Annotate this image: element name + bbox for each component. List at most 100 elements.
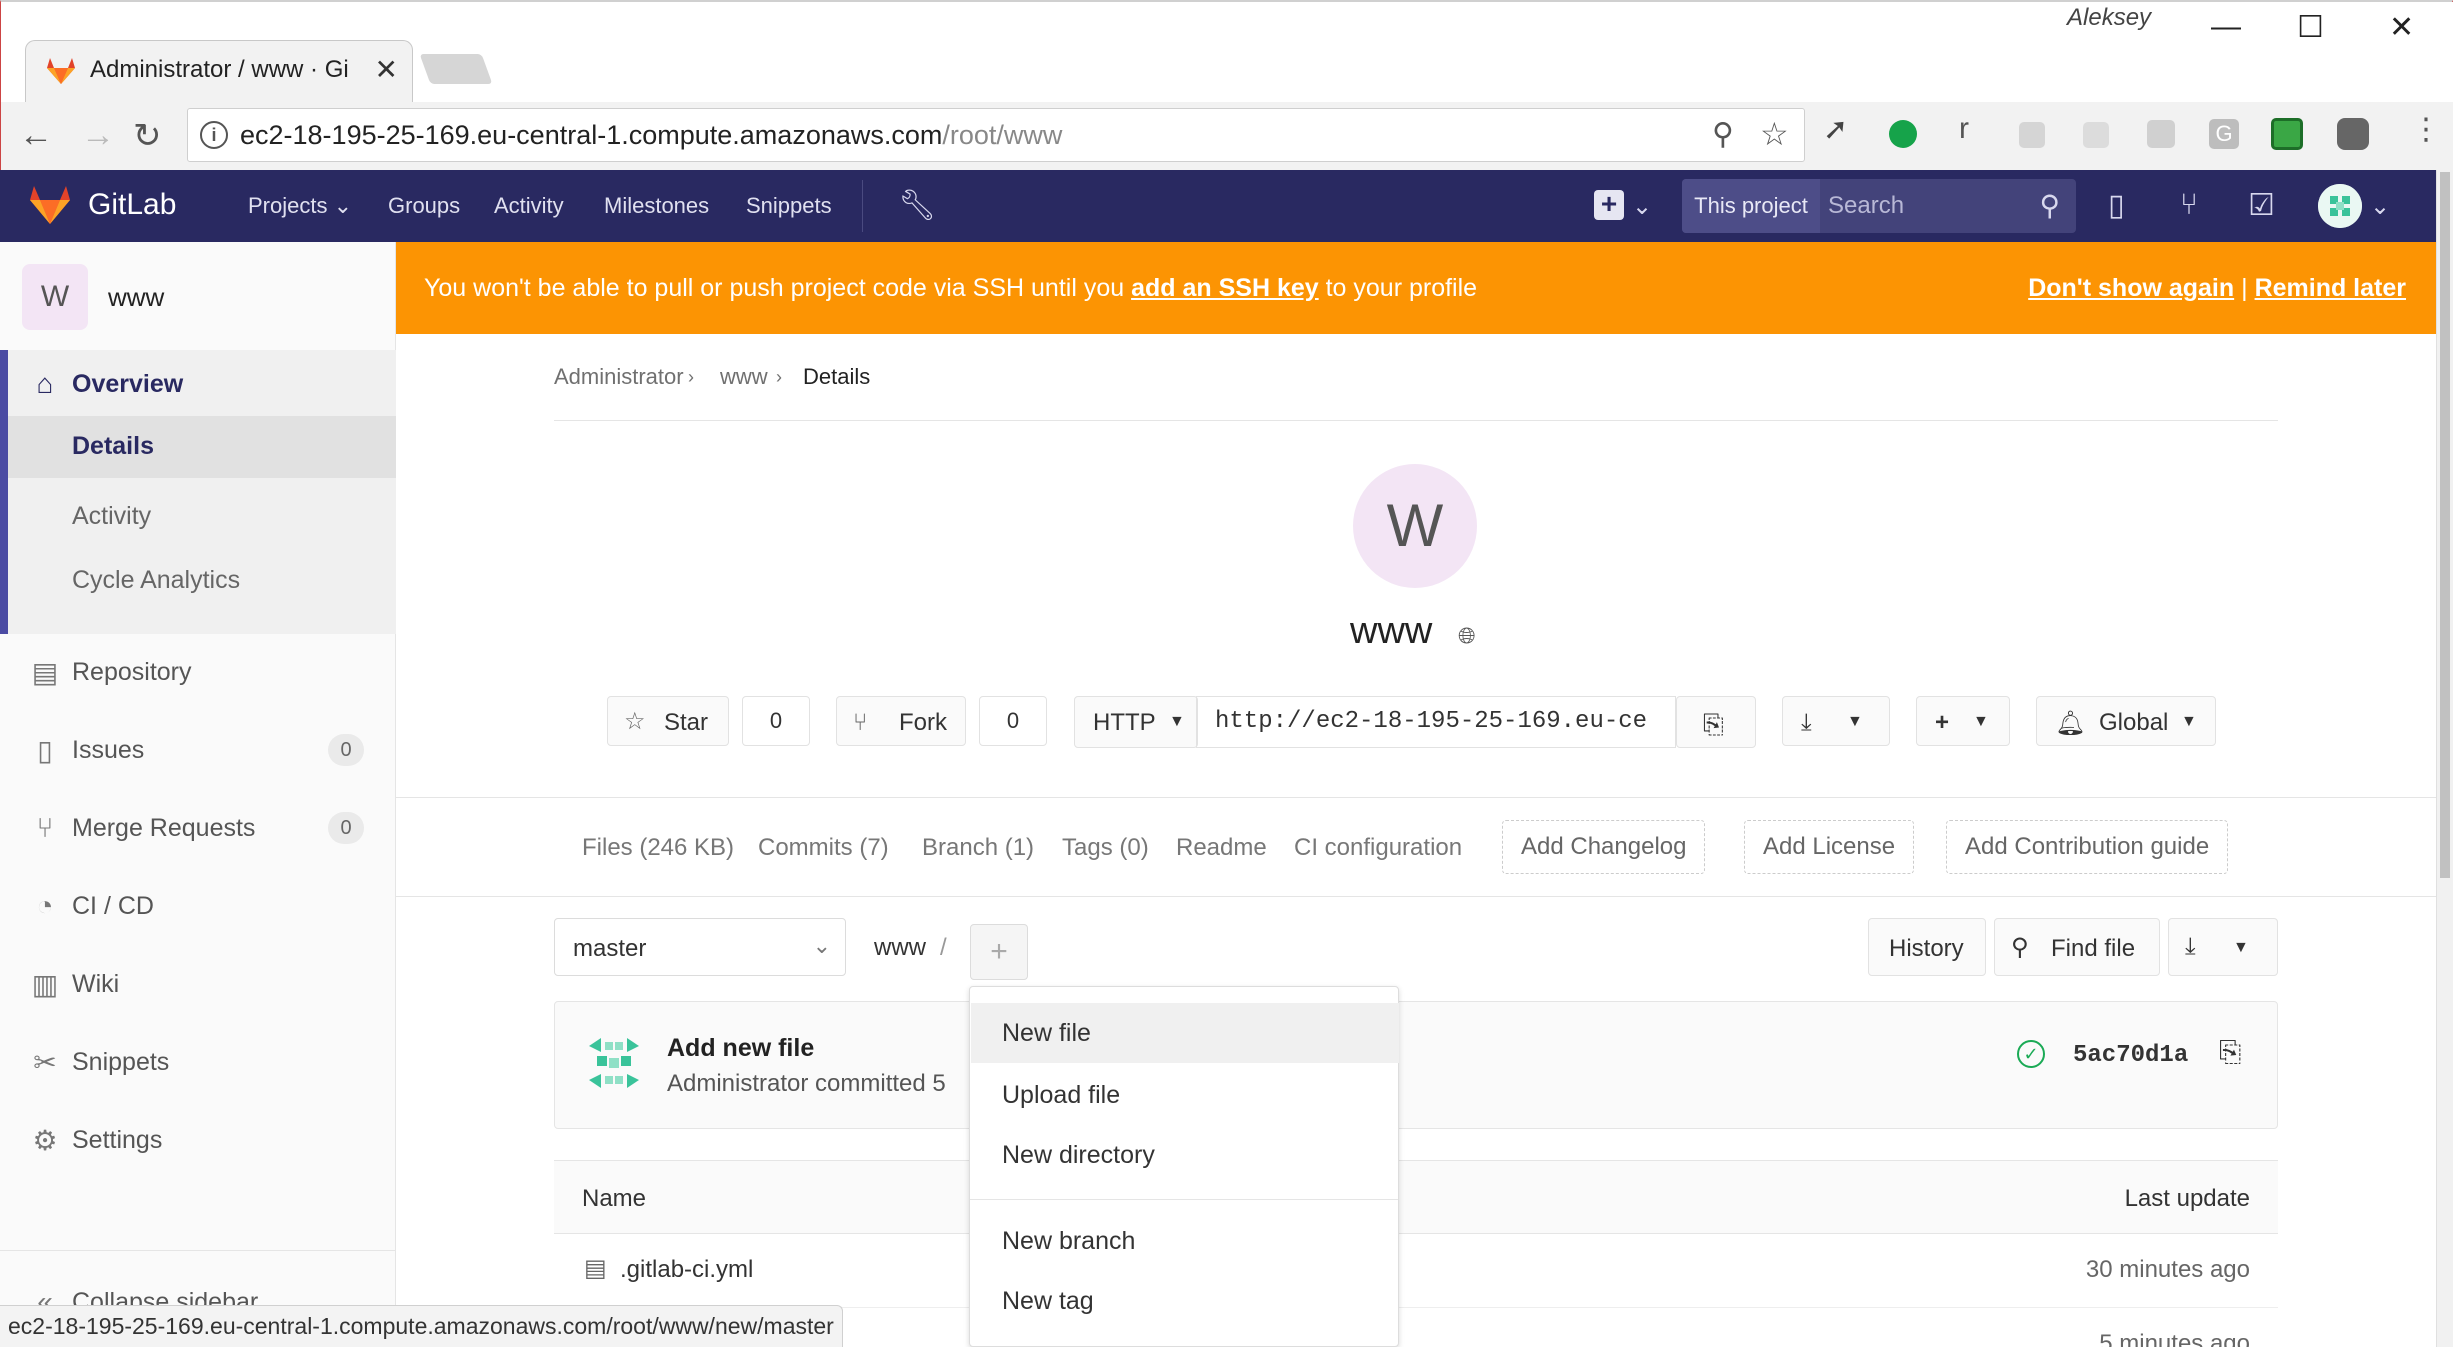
profile-name[interactable]: Aleksey (2067, 4, 2151, 32)
search-icon[interactable]: ⚲ (2039, 189, 2060, 222)
sidebar-item-details[interactable]: Details (8, 416, 396, 478)
repo-path-root[interactable]: www (874, 934, 926, 962)
g-extension-icon[interactable]: G (2209, 119, 2239, 149)
sidebar-item-wiki[interactable]: ▥ Wiki (0, 954, 396, 1016)
sidebar-item-activity[interactable]: Activity (72, 502, 151, 531)
sidebar-item-ci-cd[interactable]: ◔ CI / CD (0, 876, 396, 938)
reload-icon[interactable]: ↻ (133, 116, 162, 156)
nav-snippets[interactable]: Snippets (746, 193, 832, 219)
fork-count[interactable]: 0 (979, 696, 1047, 746)
project-avatar[interactable]: W (22, 264, 88, 330)
dont-show-again-link[interactable]: Don't show again (2028, 274, 2234, 302)
search-input[interactable]: Search (1828, 179, 2028, 233)
pdf-extension-icon[interactable] (2147, 120, 2175, 148)
merge-request-icon[interactable]: ⑂ (2180, 188, 2198, 222)
rocket-extension-icon[interactable]: ➚ (1823, 112, 1855, 146)
stat-readme[interactable]: Readme (1176, 834, 1267, 862)
search-scope[interactable]: This project (1682, 179, 1820, 233)
stat-commits[interactable]: Commits (7) (758, 834, 889, 862)
star-button[interactable]: ☆ Star (607, 696, 729, 746)
commit-author-avatar-icon[interactable] (583, 1032, 645, 1094)
sidebar-item-issues[interactable]: ▯ Issues 0 (0, 720, 396, 782)
nav-activity[interactable]: Activity (494, 193, 564, 219)
clone-url-field[interactable]: http://ec2-18-195-25-169.eu-ce (1196, 696, 1676, 748)
breadcrumb-www[interactable]: www (720, 364, 768, 390)
pipeline-passed-icon[interactable]: ✓ (2017, 1040, 2045, 1068)
tab-close-icon[interactable]: ✕ (375, 53, 398, 86)
issues-icon[interactable]: ▯ (2108, 188, 2125, 223)
search-box[interactable]: This project Search ⚲ (1682, 179, 2076, 233)
file-name[interactable]: .gitlab-ci.yml (620, 1256, 753, 1284)
breadcrumb-administrator[interactable]: Administrator (554, 364, 684, 390)
star-count[interactable]: 0 (742, 696, 810, 746)
download-archive-dropdown[interactable]: ⤓ ▼ (2168, 918, 2278, 976)
download-dropdown[interactable]: ⤓ ▼ (1782, 696, 1890, 746)
menu-item-new-branch[interactable]: New branch (971, 1211, 1399, 1271)
menu-item-new-tag[interactable]: New tag (971, 1271, 1399, 1331)
add-ssh-key-link[interactable]: add an SSH key (1131, 274, 1319, 302)
clone-protocol-dropdown[interactable]: HTTP ▼ (1074, 696, 1198, 748)
forward-arrow-icon[interactable]: → (81, 116, 115, 155)
gitlab-logo-icon[interactable] (28, 184, 72, 226)
copy-sha-icon[interactable]: ⎘ (2219, 1036, 2241, 1069)
add-changelog-button[interactable]: Add Changelog (1502, 820, 1706, 874)
nav-projects[interactable]: Projects ⌄ (248, 193, 352, 219)
address-url[interactable]: ec2-18-195-25-169.eu-central-1.compute.a… (240, 120, 1062, 151)
copy-url-button[interactable]: ⎘ (1676, 696, 1756, 748)
sidebar-item-repository[interactable]: ▤ Repository (0, 642, 396, 704)
gitlab-brand[interactable]: GitLab (88, 188, 176, 222)
menu-item-new-directory[interactable]: New directory (971, 1125, 1399, 1185)
table-row[interactable]: ▤ .gitlab-ci.yml 30 minutes ago (554, 1234, 2278, 1308)
stat-branch[interactable]: Branch (1) (922, 834, 1034, 862)
sidebar-item-cycle-analytics[interactable]: Cycle Analytics (72, 566, 240, 595)
address-bar[interactable]: i ec2-18-195-25-169.eu-central-1.compute… (187, 108, 1805, 162)
add-license-button[interactable]: Add License (1744, 820, 1915, 874)
bookmark-star-icon[interactable]: ☆ (1760, 115, 1789, 153)
minimize-button[interactable]: — (2211, 10, 2241, 44)
sidebar-item-overview[interactable]: ⌂ Overview (8, 354, 404, 416)
stat-files[interactable]: Files (246 KB) (582, 834, 734, 862)
wrench-icon[interactable]: 🔧︎ (898, 188, 936, 223)
nav-milestones[interactable]: Milestones (604, 193, 709, 219)
shield-extension-icon[interactable] (2271, 118, 2303, 150)
add-dropdown[interactable]: + ▼ (1916, 696, 2010, 746)
chevron-down-icon[interactable]: ⌄ (1632, 192, 1652, 221)
notification-dropdown[interactable]: 🔔︎ Global ▼ (2036, 696, 2216, 746)
extension-icon[interactable] (2019, 122, 2045, 148)
sidebar-item-merge-requests[interactable]: ⑂ Merge Requests 0 (0, 798, 396, 860)
menu-item-new-file[interactable]: New file (971, 1003, 1399, 1063)
green-dot-extension-icon[interactable] (1889, 120, 1917, 148)
zoom-icon[interactable]: ⚲ (1712, 117, 1734, 152)
browser-menu-icon[interactable]: ⋮ (2411, 112, 2443, 146)
extension-icon[interactable] (2083, 122, 2109, 148)
maximize-button[interactable]: ☐ (2297, 10, 2324, 45)
close-window-button[interactable]: ✕ (2389, 10, 2414, 45)
new-item-plus-icon[interactable]: + (1594, 190, 1624, 220)
sidebar-item-settings[interactable]: ⚙ Settings (0, 1110, 396, 1172)
site-info-icon[interactable]: i (200, 121, 228, 149)
todos-icon[interactable]: ☑ (2248, 188, 2275, 223)
extension-icon[interactable] (2337, 118, 2369, 150)
add-contribution-guide-button[interactable]: Add Contribution guide (1946, 820, 2229, 874)
find-file-button[interactable]: ⚲ Find file (1994, 918, 2160, 976)
commit-title[interactable]: Add new file (667, 1034, 814, 1063)
new-tab-button[interactable] (419, 54, 493, 84)
sidebar-project-name[interactable]: www (108, 282, 164, 313)
commit-sha[interactable]: 5ac70d1a (2073, 1042, 2188, 1069)
r-extension-icon[interactable]: r (1959, 112, 1991, 145)
stat-tags[interactable]: Tags (0) (1062, 834, 1149, 862)
browser-tab[interactable]: Administrator / www · Gi ✕ (25, 40, 413, 102)
back-arrow-icon[interactable]: ← (19, 116, 53, 155)
menu-item-upload-file[interactable]: Upload file (971, 1065, 1399, 1125)
stat-ci-configuration[interactable]: CI configuration (1294, 834, 1462, 862)
user-avatar[interactable] (2318, 184, 2362, 228)
add-to-tree-button[interactable]: + (970, 924, 1028, 980)
history-button[interactable]: History (1868, 918, 1986, 976)
fork-button[interactable]: ⑂ Fork (836, 696, 966, 746)
nav-groups[interactable]: Groups (388, 193, 460, 219)
chevron-down-icon[interactable]: ⌄ (2370, 192, 2390, 221)
scrollbar-thumb[interactable] (2440, 172, 2450, 878)
remind-later-link[interactable]: Remind later (2255, 274, 2406, 302)
branch-selector[interactable]: master ⌄ (554, 918, 846, 976)
sidebar-item-snippets[interactable]: ✂ Snippets (0, 1032, 396, 1094)
